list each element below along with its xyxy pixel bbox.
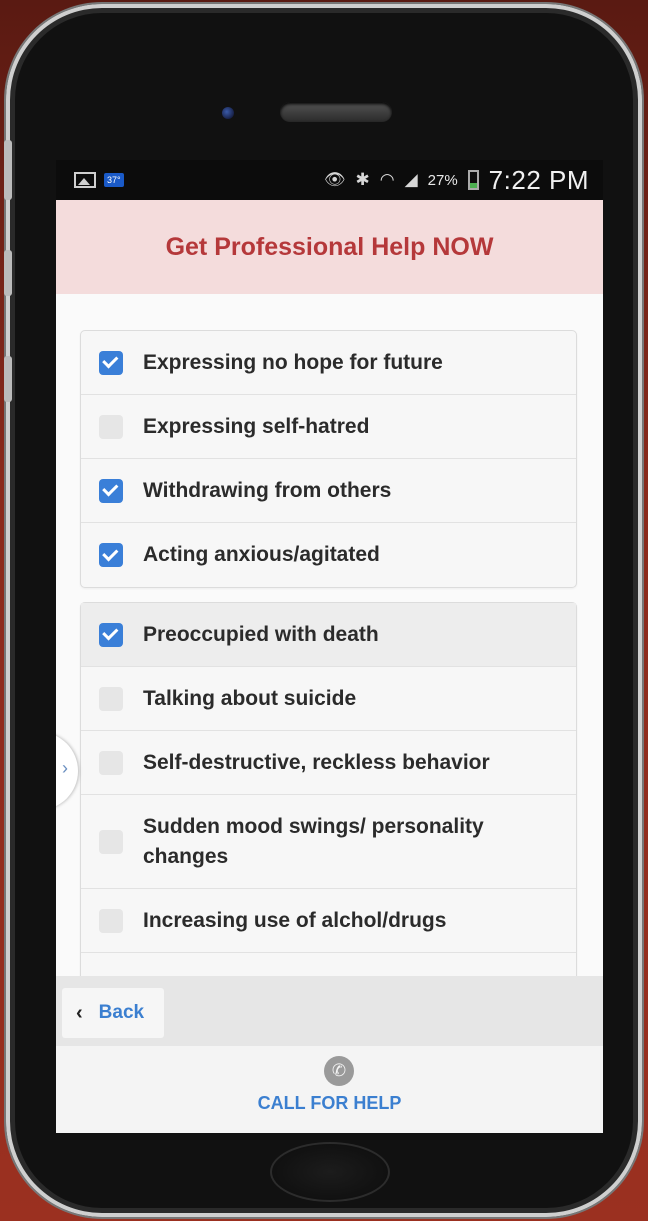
checkbox-checked[interactable] [99, 543, 123, 567]
home-button[interactable] [270, 1142, 390, 1202]
phone-icon[interactable]: ✆ [324, 1056, 354, 1086]
checklist-item[interactable]: Withdrawing from others [81, 459, 576, 523]
checklist-item-label: Talking about suicide [143, 686, 357, 710]
checkbox-unchecked[interactable] [99, 686, 123, 711]
checklist-group-2: Preoccupied with death Talking about sui… [80, 602, 577, 976]
checklist-item[interactable]: Expressing no hope for future [81, 331, 576, 395]
checklist-item[interactable]: Self-destructive, reckless behavior [81, 731, 576, 795]
side-drawer-tab[interactable]: › [56, 732, 78, 810]
back-button[interactable]: ‹ Back [62, 988, 164, 1038]
checklist-item-label: Acting anxious/agitated [143, 543, 380, 566]
side-button [4, 140, 12, 200]
battery-icon [467, 170, 479, 190]
checklist-item[interactable]: Preoccupied with death [81, 603, 576, 667]
front-camera [222, 107, 234, 119]
back-bar: ‹ Back [56, 976, 603, 1046]
checklist-item-label: Preoccupied with death [143, 622, 379, 646]
weather-icon: 37° [104, 173, 124, 187]
earpiece-speaker [280, 102, 392, 122]
eye-icon: 👁 [323, 170, 346, 189]
app-screen: 37° 👁 ✱ ◠ ◢ 27% 7:22 PM Get Professional… [56, 160, 603, 1133]
footer: ✆ CALL FOR HELP [56, 1046, 603, 1133]
chevron-right-icon: › [62, 758, 68, 778]
checklist-item[interactable]: Expressing self-hatred [81, 395, 576, 459]
checklist-item-label: Sudden mood swings/ personality changes [143, 814, 484, 868]
image-icon [74, 172, 96, 188]
chevron-left-icon: ‹ [76, 1001, 83, 1024]
checklist-area: Expressing no hope for future Expressing… [56, 294, 603, 976]
wifi-icon: ◠ [379, 170, 395, 189]
checklist-item[interactable]: Increasing use of alchol/drugs [81, 889, 576, 953]
checklist-item[interactable]: Talking about suicide [81, 667, 576, 731]
checklist-item[interactable] [81, 953, 576, 976]
checklist-item-label: Withdrawing from others [143, 478, 392, 502]
checkbox-checked[interactable] [99, 478, 123, 503]
checklist-item-label: Expressing self-hatred [143, 414, 370, 438]
clock: 7:22 PM [488, 164, 589, 195]
checklist-item-label: Self-destructive, reckless behavior [143, 750, 490, 774]
battery-percent: 27% [427, 171, 458, 189]
checkbox-checked[interactable] [99, 350, 123, 375]
checkbox-unchecked[interactable] [99, 829, 123, 854]
page-header: Get Professional Help NOW [56, 200, 603, 294]
checkbox-unchecked[interactable] [99, 908, 123, 933]
back-label: Back [98, 1002, 145, 1023]
volume-up-button [4, 250, 12, 296]
signal-icon: ◢ [404, 170, 418, 189]
bluetooth-icon: ✱ [355, 170, 370, 189]
checkbox-checked[interactable] [99, 622, 123, 647]
call-for-help-button[interactable]: CALL FOR HELP [56, 1093, 603, 1114]
checkbox-unchecked[interactable] [99, 750, 123, 775]
checklist-item-label: Increasing use of alchol/drugs [143, 908, 447, 932]
status-bar: 37° 👁 ✱ ◠ ◢ 27% 7:22 PM [56, 160, 603, 200]
volume-down-button [4, 356, 12, 402]
checklist-item[interactable]: Acting anxious/agitated [81, 523, 576, 587]
page-title: Get Professional Help NOW [165, 232, 494, 261]
checklist-group-1: Expressing no hope for future Expressing… [80, 330, 577, 588]
checklist-item-label: Expressing no hope for future [143, 350, 443, 374]
checklist-item[interactable]: Sudden mood swings/ personality changes [81, 795, 576, 889]
checkbox-unchecked[interactable] [99, 414, 123, 439]
